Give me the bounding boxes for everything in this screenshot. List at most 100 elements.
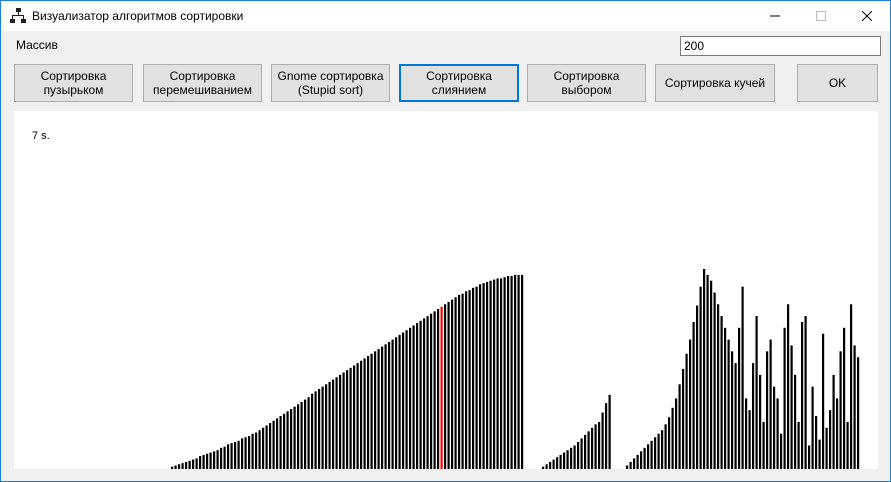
title-bar[interactable]: Визуализатор алгоритмов сортировки (1, 1, 890, 31)
bar (783, 327, 786, 469)
ok-button[interactable]: OK (797, 64, 878, 102)
bar (650, 440, 653, 469)
bar (542, 466, 545, 469)
bar (643, 447, 646, 469)
bar (342, 372, 345, 469)
bar (839, 351, 842, 469)
bar (727, 339, 730, 469)
bar (766, 351, 769, 469)
bar (598, 421, 601, 469)
bar (454, 297, 457, 469)
bar (594, 424, 597, 469)
gnome-sort-button[interactable]: Gnome сортировка (Stupid sort) (271, 64, 390, 102)
array-label: Массив (16, 38, 58, 52)
bar (465, 291, 468, 469)
bar (710, 280, 713, 469)
bar (381, 346, 384, 469)
bar (804, 316, 807, 469)
bar (706, 274, 709, 469)
bar (178, 464, 181, 469)
bar (552, 459, 555, 469)
bar (272, 420, 275, 469)
shaker-sort-button[interactable]: Сортировка перемешиванием (143, 64, 262, 102)
bar (545, 464, 548, 469)
bar (836, 398, 839, 469)
bar (314, 391, 317, 469)
bar (202, 454, 205, 469)
bar (829, 410, 832, 469)
bar (223, 446, 226, 469)
bar (580, 438, 583, 469)
bar (696, 305, 699, 469)
bar (255, 432, 258, 469)
bar (276, 418, 279, 469)
bar (738, 327, 741, 469)
bar (633, 458, 636, 469)
bar (458, 294, 461, 469)
window-title: Визуализатор алгоритмов сортировки (32, 9, 244, 23)
bar (269, 423, 272, 469)
merge-sort-button[interactable]: Сортировка слиянием (399, 64, 519, 102)
bar (321, 386, 324, 469)
bar (661, 430, 664, 469)
bar (370, 353, 373, 469)
bar (584, 434, 587, 469)
bar (808, 445, 811, 469)
bar (699, 286, 702, 469)
bar (755, 316, 758, 469)
bar (787, 304, 790, 469)
bar (377, 349, 380, 469)
bar (356, 363, 359, 469)
bar (419, 320, 422, 469)
bar (405, 330, 408, 469)
bar (573, 445, 576, 469)
maximize-button[interactable] (798, 1, 844, 31)
bar (300, 401, 303, 469)
bar (472, 287, 475, 469)
bar (654, 437, 657, 469)
active-bar (440, 306, 443, 469)
bar (349, 367, 352, 469)
bar (692, 321, 695, 469)
bar (713, 292, 716, 469)
bar (822, 333, 825, 469)
bar (311, 393, 314, 469)
selection-sort-button[interactable]: Сортировка выбором (527, 64, 646, 102)
bar (227, 444, 230, 469)
bar (290, 409, 293, 469)
bar (328, 381, 331, 469)
array-size-input[interactable]: 200 (680, 36, 881, 56)
bar (517, 274, 520, 469)
bar (605, 403, 608, 469)
bar (409, 327, 412, 469)
bar (717, 304, 720, 469)
bubble-sort-button[interactable]: Сортировка пузырьком (14, 64, 133, 102)
app-window: Визуализатор алгоритмов сортировки Масси… (0, 0, 891, 482)
bar (745, 398, 748, 469)
bar (367, 356, 370, 469)
bar (318, 389, 321, 469)
bar (258, 430, 261, 469)
bar (636, 454, 639, 469)
visualization-canvas: 7 s. (14, 111, 878, 469)
bar (332, 379, 335, 469)
heap-sort-button[interactable]: Сортировка кучей (655, 64, 775, 102)
bar (353, 365, 356, 469)
bar (482, 283, 485, 469)
bar (685, 353, 688, 469)
bar (339, 374, 342, 469)
bar (566, 450, 569, 469)
bar (423, 318, 426, 469)
bar (678, 384, 681, 469)
close-button[interactable] (844, 1, 890, 31)
bar (514, 274, 517, 469)
bar (192, 459, 195, 469)
bar (244, 437, 247, 469)
bar (279, 416, 282, 469)
bar (769, 339, 772, 469)
bar (500, 278, 503, 469)
bar (437, 309, 440, 469)
bar (853, 345, 856, 469)
minimize-button[interactable] (752, 1, 798, 31)
bar (374, 351, 377, 469)
